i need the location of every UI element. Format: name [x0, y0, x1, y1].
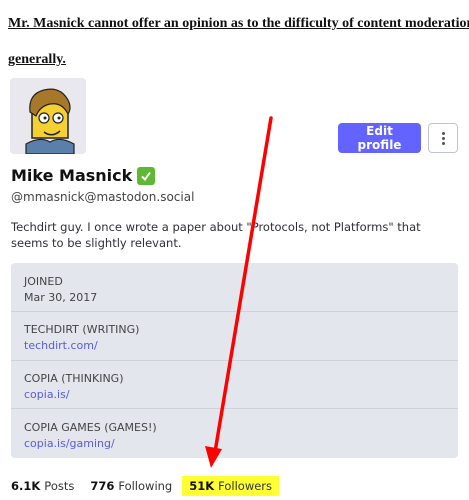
- headline-line-2: generally.: [8, 52, 66, 67]
- more-vertical-icon: [441, 131, 445, 145]
- field-copia-games: COPIA GAMES (GAMES!) copia.is/gaming/: [24, 421, 157, 450]
- edit-profile-button[interactable]: Edit profile: [338, 123, 421, 153]
- account-handle: @mmasnick@mastodon.social: [11, 190, 195, 204]
- display-name: Mike Masnick: [11, 166, 133, 185]
- field-label: TECHDIRT (WRITING): [24, 323, 140, 336]
- headline-line-1: Mr. Masnick cannot offer an opinion as t…: [8, 16, 469, 31]
- profile-bio: Techdirt guy. I once wrote a paper about…: [11, 220, 421, 250]
- field-label: COPIA (THINKING): [24, 372, 124, 385]
- posts-count: 6.1K: [11, 479, 41, 493]
- field-link[interactable]: copia.is/gaming/: [24, 437, 157, 450]
- avatar[interactable]: [10, 78, 86, 154]
- posts-count-link[interactable]: 6.1K Posts: [11, 479, 74, 493]
- followers-label: Followers: [218, 479, 273, 493]
- field-techdirt: TECHDIRT (WRITING) techdirt.com/: [24, 323, 139, 352]
- field-label: JOINED: [24, 275, 63, 288]
- field-divider: [11, 360, 458, 361]
- following-count-link[interactable]: 776 Following: [90, 479, 172, 493]
- cartoon-avatar-icon: [10, 78, 86, 154]
- field-value: Mar 30, 2017: [24, 291, 98, 304]
- profile-fields: JOINED Mar 30, 2017 TECHDIRT (WRITING) t…: [11, 263, 458, 458]
- field-link[interactable]: copia.is/: [24, 388, 124, 401]
- followers-count-link[interactable]: 51K Followers: [182, 476, 280, 496]
- field-link[interactable]: techdirt.com/: [24, 339, 139, 352]
- field-divider: [11, 408, 458, 409]
- followers-count: 51K: [189, 479, 215, 493]
- field-divider: [11, 311, 458, 312]
- posts-label: Posts: [44, 479, 75, 493]
- profile-stats: 6.1K Posts 776 Following 51K Followers: [11, 476, 280, 496]
- display-name-row: Mike Masnick: [11, 166, 156, 185]
- following-label: Following: [118, 479, 173, 493]
- field-copia: COPIA (THINKING) copia.is/: [24, 372, 124, 401]
- field-label: COPIA GAMES (GAMES!): [24, 421, 157, 434]
- headline: Mr. Masnick cannot offer an opinion as t…: [8, 6, 469, 78]
- check-mark-icon: [137, 166, 156, 185]
- following-count: 776: [90, 479, 115, 493]
- more-options-button[interactable]: [428, 123, 458, 153]
- field-joined: JOINED Mar 30, 2017: [24, 275, 97, 304]
